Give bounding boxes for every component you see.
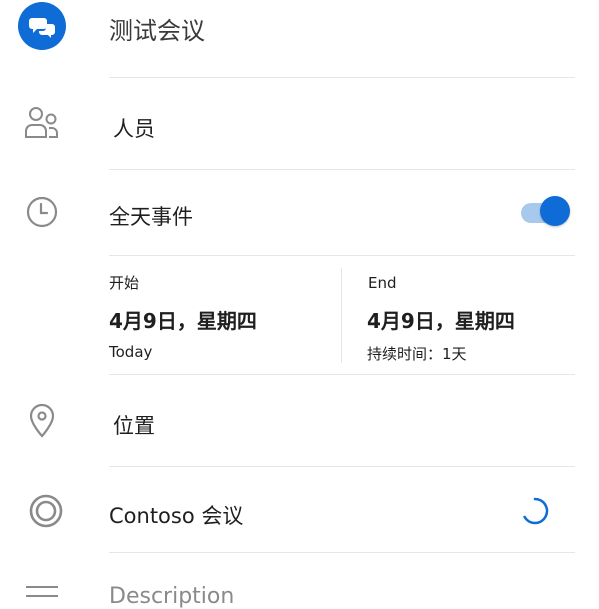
- people-label: 人员: [113, 117, 155, 141]
- start-header: 开始: [109, 274, 140, 292]
- all-day-label: 全天事件: [109, 205, 193, 229]
- clock-icon: [18, 188, 66, 236]
- location-row[interactable]: 位置: [0, 375, 599, 466]
- description-placeholder[interactable]: Description: [109, 584, 234, 609]
- chat-bubbles-icon: [18, 2, 66, 50]
- duration-label: 持续时间：1天: [367, 345, 467, 363]
- description-row[interactable]: [0, 553, 599, 599]
- all-day-toggle[interactable]: [520, 196, 570, 228]
- all-day-row: 全天事件: [0, 170, 599, 255]
- end-header: End: [368, 274, 397, 292]
- meeting-title-input[interactable]: [109, 12, 489, 44]
- location-label: 位置: [113, 414, 155, 438]
- people-row[interactable]: 人员: [0, 78, 599, 169]
- people-icon: [18, 100, 66, 148]
- online-meeting-label: Contoso 会议: [109, 504, 244, 528]
- contoso-rings-icon: [22, 487, 70, 535]
- menu-lines-icon: [26, 586, 58, 598]
- end-section[interactable]: End 4月9日，星期四 持续时间：1天: [367, 256, 575, 374]
- vertical-divider: [341, 268, 342, 363]
- location-pin-icon: [18, 397, 66, 445]
- online-meeting-row[interactable]: Contoso 会议: [0, 467, 599, 552]
- start-subtitle: Today: [109, 343, 153, 361]
- title-row: [0, 0, 599, 77]
- start-section[interactable]: 开始 4月9日，星期四 Today: [109, 256, 341, 374]
- loading-spinner-icon: [520, 496, 550, 526]
- start-date: 4月9日，星期四: [109, 309, 257, 333]
- toggle-knob: [540, 196, 570, 226]
- end-date: 4月9日，星期四: [367, 309, 515, 333]
